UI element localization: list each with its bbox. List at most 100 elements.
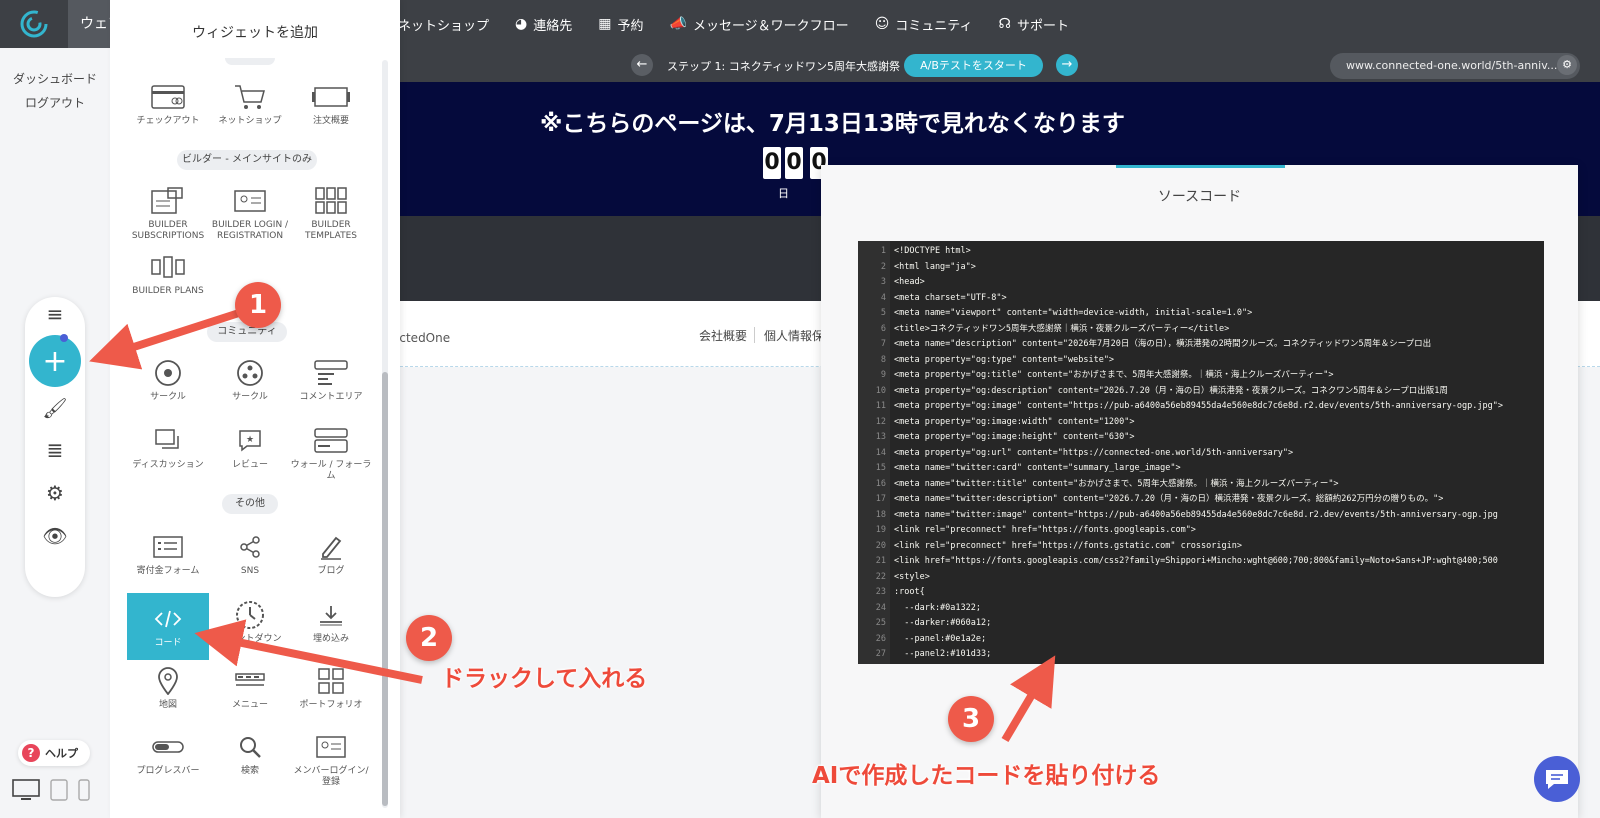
- logout-link[interactable]: ログアウト: [0, 94, 110, 111]
- circle-group-icon: [209, 358, 291, 388]
- code-line: 23:root{: [858, 585, 1544, 600]
- scroll-thumb[interactable]: [382, 372, 388, 806]
- wall-icon: [290, 426, 372, 456]
- widget-menu[interactable]: メニュー: [209, 666, 291, 711]
- chat-button[interactable]: [1534, 756, 1580, 802]
- line-number: 14: [875, 447, 886, 458]
- nav-contacts[interactable]: ◕ 連絡先: [515, 15, 572, 34]
- widget-blog[interactable]: ブログ: [290, 532, 372, 577]
- widget-map[interactable]: 地図: [127, 666, 209, 711]
- widget-builder-templates[interactable]: BUILDER TEMPLATES: [290, 186, 372, 242]
- notification-dot: [60, 334, 68, 342]
- line-number: 19: [875, 525, 886, 535]
- code-text: <link rel="preconnect" href="https://fon…: [894, 540, 1242, 551]
- line-number: 11: [875, 401, 886, 411]
- line-number: 12: [875, 416, 886, 427]
- filter-icon[interactable]: ≣: [25, 435, 85, 465]
- annotation-number-2: 2: [406, 615, 452, 661]
- widget-progress-bar[interactable]: プログレスバー: [127, 732, 209, 777]
- code-line: 12 <meta property="og:image:width" conten…: [858, 415, 1544, 430]
- footer-link-privacy[interactable]: 個人情報保: [764, 327, 824, 344]
- ab-test-button[interactable]: A/Bテストをスタート: [904, 54, 1043, 77]
- calendar-icon: ▦: [598, 16, 612, 32]
- widget-portfolio[interactable]: ポートフォリオ: [290, 666, 372, 711]
- nav-booking[interactable]: ▦ 予約: [598, 15, 643, 34]
- code-editor[interactable]: 1 <!DOCTYPE html> 2 <html lang="ja"> 3 <head>…: [858, 241, 1544, 664]
- code-line: 21 <link href="https://fonts.googleapis.c…: [858, 554, 1544, 569]
- line-number: 13: [875, 432, 886, 442]
- dashboard-link[interactable]: ダッシュボード: [0, 70, 110, 87]
- member-card-icon: [290, 732, 372, 762]
- code-text: <meta name="description" content="2026年7…: [894, 339, 1432, 349]
- line-number: 10: [875, 385, 886, 396]
- url-settings-icon[interactable]: ⚙: [1557, 55, 1577, 75]
- code-line: 10 <meta property="og:description" conten…: [858, 384, 1544, 399]
- nav-community[interactable]: ☺ コミュニティ: [875, 15, 973, 34]
- contacts-icon: ◕: [515, 16, 528, 32]
- cart-icon: [209, 82, 291, 112]
- widget-embed[interactable]: 埋め込み: [290, 600, 372, 645]
- widget-sns[interactable]: SNS: [209, 532, 291, 577]
- widget-builder-login[interactable]: BUILDER LOGIN / REGISTRATION: [209, 186, 291, 242]
- widget-review[interactable]: ★ レビュー: [209, 426, 291, 471]
- widget-builder-subscriptions[interactable]: BUILDER SUBSCRIPTIONS: [127, 186, 209, 242]
- credit-card-icon: [127, 82, 209, 112]
- widget-member-login[interactable]: メンバーログイン/登録: [290, 732, 372, 788]
- nav-netshop[interactable]: ネットショップ: [398, 15, 489, 34]
- code-line: 18 <meta name="twitter:image" content="ht…: [858, 508, 1544, 523]
- next-step-button[interactable]: →: [1056, 54, 1078, 76]
- nav-messages-workflow[interactable]: 📣 メッセージ＆ワークフロー: [670, 15, 849, 34]
- map-pin-icon: [127, 666, 209, 696]
- code-line: 4 <meta charset="UTF-8">: [858, 291, 1544, 306]
- widget-order-summary[interactable]: 注文概要: [290, 82, 372, 127]
- login-card-icon: [209, 186, 291, 216]
- footer-link-company[interactable]: 会社概要: [699, 327, 747, 344]
- widget-countdown[interactable]: カウントダウン: [209, 600, 291, 645]
- code-line: 5 <meta name="viewport" content="width=de…: [858, 306, 1544, 321]
- code-text: --darker:#060a12;: [894, 618, 992, 628]
- widget-code[interactable]: コード: [127, 604, 209, 649]
- widget-discussion[interactable]: ディスカッション: [127, 426, 209, 471]
- nav-support[interactable]: ☊ サポート: [999, 15, 1069, 34]
- line-number: 24: [875, 602, 886, 613]
- brush-icon[interactable]: 🖌: [25, 393, 85, 423]
- widget-circle-2[interactable]: サークル: [209, 358, 291, 403]
- annotation-number-1: 1: [235, 282, 281, 328]
- nav-tab-web[interactable]: ウェブ: [68, 0, 112, 48]
- line-number: 2: [880, 261, 886, 272]
- step-label: ステップ 1: コネクティッドワン5周年大感謝祭: [667, 60, 901, 73]
- countdown-clock-icon: [209, 600, 291, 630]
- widget-comment-area[interactable]: コメントエリア: [290, 358, 372, 403]
- widget-circle-1[interactable]: サークル: [127, 358, 209, 403]
- code-text: <meta property="og:image" content="https…: [894, 401, 1503, 411]
- add-widget-button[interactable]: +: [29, 335, 81, 387]
- code-line: 6 <title>コネクティッドワン5周年大感謝祭｜横浜・夜景クルーズパーティー<…: [858, 322, 1544, 337]
- desktop-icon[interactable]: [12, 779, 40, 801]
- widget-builder-plans[interactable]: BUILDER PLANS: [127, 252, 209, 297]
- line-number: 3: [880, 277, 886, 287]
- code-text: <meta name="twitter:card" content="summa…: [894, 463, 1181, 473]
- community-icon: ☺: [874, 16, 890, 32]
- code-text: <meta name="twitter:image" content="http…: [894, 509, 1498, 520]
- page-url[interactable]: www.connected-one.world/5th-anniv...: [1330, 53, 1580, 79]
- widget-search[interactable]: 検索: [209, 732, 291, 777]
- code-line: 25 --darker:#060a12;: [858, 616, 1544, 631]
- menu-bar-icon: [209, 666, 291, 696]
- widget-checkout[interactable]: チェックアウト: [127, 82, 209, 127]
- code-line: 15 <meta name="twitter:card" content="sum…: [858, 461, 1544, 476]
- widget-donation-form[interactable]: 寄付金フォーム: [127, 532, 209, 577]
- help-button[interactable]: ? ヘルプ: [18, 740, 90, 766]
- widget-wall-forum[interactable]: ウォール / フォーラム: [290, 426, 372, 482]
- widget-netshop[interactable]: ネットショップ: [209, 82, 291, 127]
- app-logo[interactable]: [0, 0, 68, 48]
- code-line: 27 --panel2:#101d33;: [858, 647, 1544, 662]
- tablet-icon[interactable]: [48, 779, 70, 801]
- chat-bubble-icon: [1546, 770, 1568, 789]
- eye-icon[interactable]: 👁: [25, 521, 85, 551]
- hamburger-menu-icon[interactable]: ≡: [25, 299, 85, 329]
- line-number: 1: [880, 246, 886, 256]
- mobile-icon[interactable]: [76, 779, 92, 801]
- prev-step-button[interactable]: ←: [631, 54, 653, 76]
- code-text: --panel2:#101d33;: [894, 649, 992, 659]
- gear-icon[interactable]: ⚙: [25, 478, 85, 508]
